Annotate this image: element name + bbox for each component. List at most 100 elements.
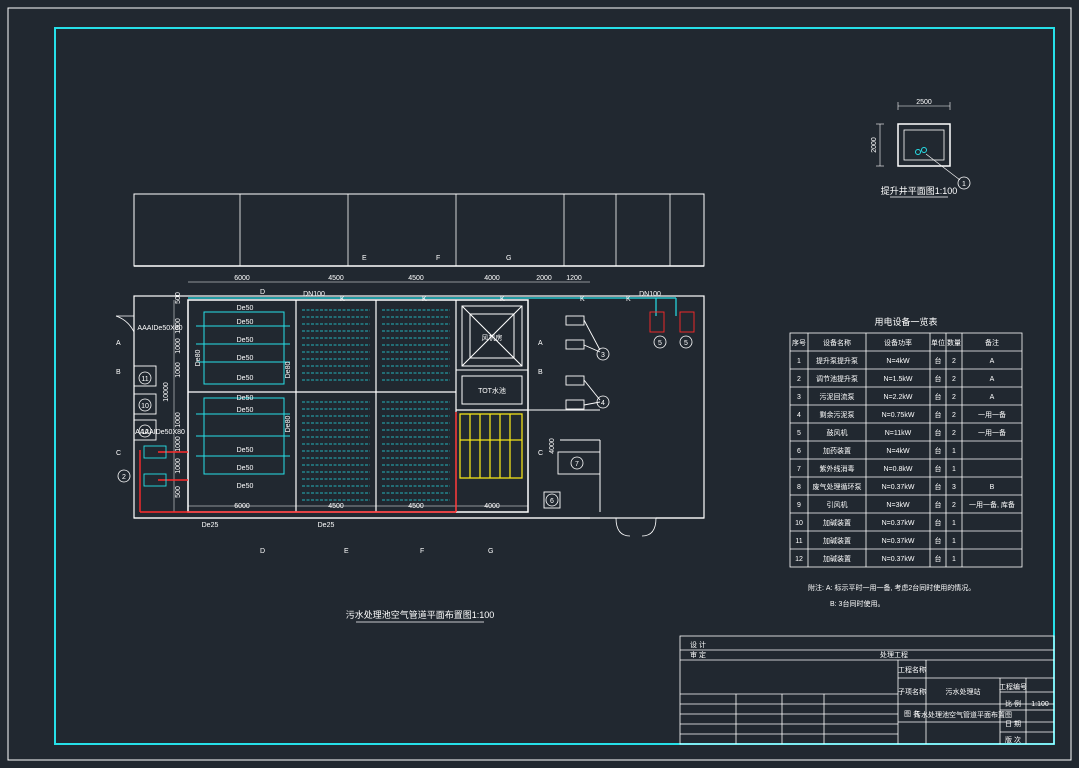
table-cell: 一用一备 [978, 410, 1006, 419]
table-cell: 3 [797, 394, 801, 401]
table-cell: N=0.37kW [882, 520, 915, 527]
table-cell: 台 [935, 392, 942, 401]
dimension-value: 4500 [408, 275, 424, 282]
table-cell: 3 [952, 484, 956, 491]
table-cell: 调节池提升泵 [816, 374, 858, 383]
table-header-cell: 序号 [792, 338, 806, 347]
pipe-label: De25 [318, 522, 335, 529]
table-note-2: B: 3台同时使用。 [830, 599, 884, 608]
tank-label: De50 [237, 375, 254, 382]
table-cell: 提升泵提升泵 [816, 356, 858, 365]
table-cell: 台 [935, 428, 942, 437]
dimension-value: 4500 [408, 503, 424, 510]
callout-number: 4 [601, 400, 605, 407]
table-cell: 一用一备, 库备 [969, 500, 1015, 509]
table-cell: 台 [935, 536, 942, 545]
section-label: C [538, 450, 543, 457]
section-label: B [538, 369, 543, 376]
height-label: 4000 [549, 438, 556, 454]
tank-small-label: De80 [285, 416, 292, 433]
tank-label: De50 [237, 305, 254, 312]
table-cell: 加碱装置 [823, 536, 851, 545]
table-cell: 1 [797, 358, 801, 365]
tank-label: De50 [237, 465, 254, 472]
table-cell: N=2.2kW [884, 394, 913, 401]
tank-small-label: De80 [195, 350, 202, 367]
table-cell: 2 [952, 358, 956, 365]
scale-label: 比 例 [1005, 699, 1021, 708]
dimension-value: 6000 [234, 275, 250, 282]
dimension-value: 1200 [566, 275, 582, 282]
table-cell: N=4kW [886, 358, 910, 365]
dimension-text-bottom: 6000 4500 4500 4000 De25 De25 4000 [202, 438, 556, 529]
table-cell: 废气处理循环泵 [813, 482, 862, 491]
title-block [679, 635, 1055, 745]
dimension-value: 2000 [536, 275, 552, 282]
dimension-value: 1000 [175, 362, 182, 378]
table-cell: 引风机 [827, 500, 848, 509]
date-label: 日 期 [1005, 720, 1021, 728]
table-cell: 台 [935, 518, 942, 527]
table-cell: 6 [797, 448, 801, 455]
pipe-marker: K [422, 296, 427, 303]
dimension-value: 4000 [484, 275, 500, 282]
table-cell: 7 [797, 466, 801, 473]
callout-number: 10 [141, 403, 149, 410]
filter-media [459, 413, 523, 479]
table-cell: N=3kW [886, 502, 910, 509]
dimension-value: 1000 [175, 412, 182, 428]
pipe-marker: K [500, 296, 505, 303]
section-label: D [260, 289, 265, 296]
well-title: 提升井平面图1:100 [881, 185, 958, 196]
fan-house-label: 风机房 [482, 333, 503, 342]
table-cell: 1 [952, 538, 956, 545]
title-block-row: 设 计 [690, 640, 706, 649]
project-name-label: 工程名称 [898, 665, 926, 674]
table-cell: 一用一备 [978, 428, 1006, 437]
table-cell: 台 [935, 500, 942, 509]
table-cell: 12 [795, 556, 803, 563]
cad-drawing-canvas[interactable]: 2 500 2000 1 提升井平面图1:100 De50 De50 De50 D… [0, 0, 1079, 768]
revision-label: 版 次 [1005, 735, 1021, 744]
well-callout-number: 1 [962, 181, 966, 188]
well-dim-height: 2000 [871, 137, 878, 153]
table-cell: N=0.75kW [882, 412, 915, 419]
table-cell: 台 [935, 554, 942, 563]
table-cell: 8 [797, 484, 801, 491]
callout-number: 2 [122, 474, 126, 481]
tank-label: De50 [237, 447, 254, 454]
table-cell: N=0.37kW [882, 484, 915, 491]
dimension-value: 500 [175, 292, 182, 304]
dimension-value: 1000 [175, 436, 182, 452]
pipe-marker: K [340, 296, 345, 303]
section-label: F [420, 548, 424, 555]
callout-number: 5 [658, 340, 662, 347]
callout-number: 7 [575, 461, 579, 468]
table-cell: A [990, 394, 995, 401]
section-label: G [488, 548, 493, 555]
pipe-label: De25 [202, 522, 219, 529]
table-cell: 1 [952, 448, 956, 455]
lift-well-detail [876, 102, 971, 198]
section-label: F [436, 255, 440, 262]
callout-number: 6 [550, 498, 554, 505]
title-block-row: 审 定 [690, 650, 706, 659]
section-label: A [538, 340, 543, 347]
drawing-name: 污水处理池空气管道平面布置图 [914, 710, 1012, 719]
tank-label: De50 [237, 395, 254, 402]
table-cell: 加碱装置 [823, 518, 851, 527]
table-header-cell: 单位 [931, 338, 945, 347]
dimension-text-top: 6000 4500 4500 4000 2000 1200 DN100 DN10… [234, 275, 661, 298]
table-cell: 台 [935, 410, 942, 419]
section-label: G [506, 255, 511, 262]
table-cell: 鼓风机 [827, 428, 848, 437]
callout-numbers: 3 4 5 5 7 6 2 11 10 12 [122, 340, 688, 505]
table-cell: 1 [952, 520, 956, 527]
dimension-value: 1000 [175, 458, 182, 474]
pipe-marker: K [580, 296, 585, 303]
table-header-cell: 设备名称 [823, 338, 851, 347]
table-cell: N=0.37kW [882, 538, 915, 545]
table-cell: N=4kW [886, 448, 910, 455]
table-cell: 台 [935, 482, 942, 491]
section-label: E [344, 548, 349, 555]
